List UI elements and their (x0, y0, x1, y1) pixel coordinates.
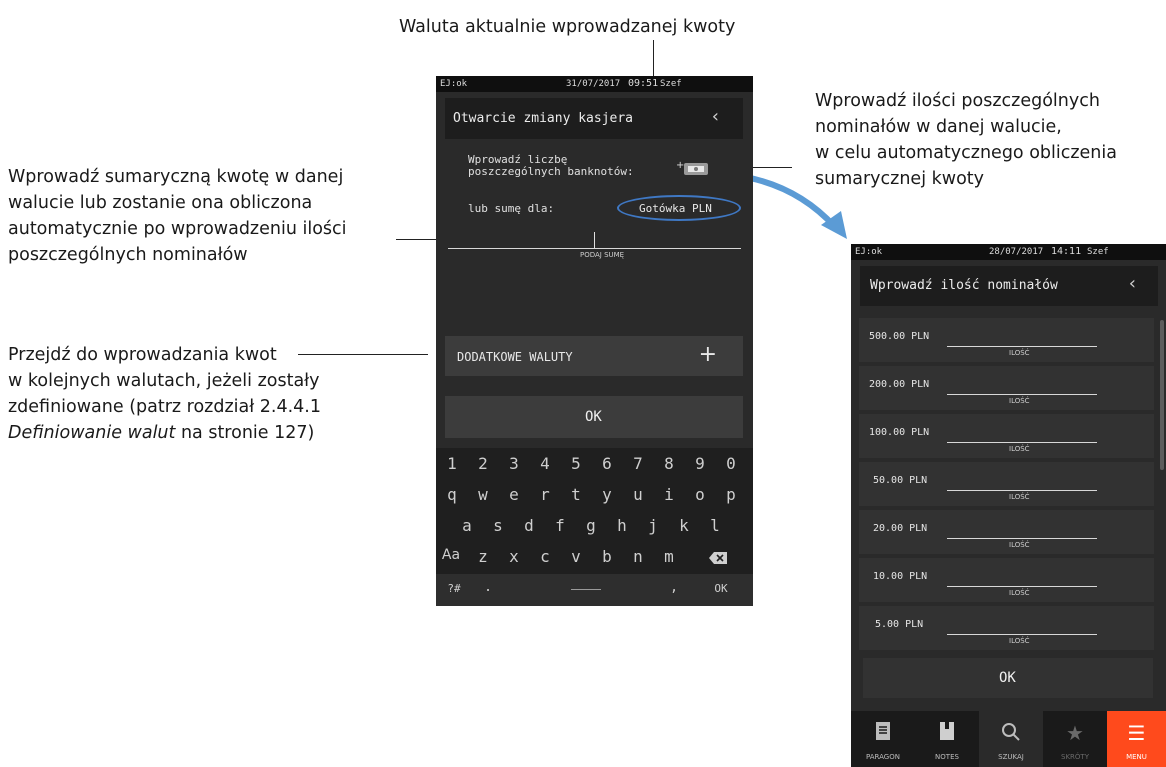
key[interactable]: f (546, 516, 574, 535)
cashier-shift-screen: EJ:ok 31/07/2017 09:51 Szef Otwarcie zmi… (436, 76, 753, 606)
back-button[interactable]: ‹ (710, 106, 721, 127)
key[interactable]: l (701, 516, 729, 535)
title-bar: Wprowadź ilość nominałów ‹ (860, 266, 1158, 306)
key[interactable]: x (500, 547, 528, 566)
chevron-left-icon: ‹ (1127, 273, 1138, 294)
key[interactable]: 5 (562, 454, 590, 473)
plus-icon: + (698, 342, 717, 367)
space-key[interactable] (536, 574, 656, 606)
key[interactable]: z (469, 547, 497, 566)
backspace-key[interactable] (698, 547, 738, 566)
key[interactable]: v (562, 547, 590, 566)
space-icon (571, 589, 601, 590)
receipt-icon (876, 722, 890, 740)
bottom-nav: PARAGON NOTES SZUKAJ ★ SKRÓTY ☰ MENU (851, 711, 1166, 767)
key[interactable]: c (531, 547, 559, 566)
comma-key[interactable]: , (662, 580, 686, 595)
add-banknotes-icon: + (676, 160, 708, 175)
nav-menu[interactable]: ☰ MENU (1107, 711, 1166, 767)
status-bar: EJ:ok 31/07/2017 09:51 Szef (436, 76, 753, 92)
key[interactable]: u (624, 485, 652, 504)
key[interactable]: 8 (655, 454, 683, 473)
denominations-screen: EJ:ok 28/07/2017 14:11 Szef Wprowadź ilo… (851, 244, 1166, 767)
denomination-row[interactable]: 10.00 PLN ILOŚĆ (859, 558, 1154, 602)
key[interactable]: s (484, 516, 512, 535)
key[interactable]: 0 (717, 454, 745, 473)
title-bar: Otwarcie zmiany kasjera ‹ (445, 98, 743, 139)
denomination-row[interactable]: 20.00 PLN ILOŚĆ (859, 510, 1154, 554)
denomination-row[interactable]: 50.00 PLN ILOŚĆ (859, 462, 1154, 506)
pointer-more-currencies (298, 354, 428, 355)
denomination-row[interactable]: 200.00 PLN ILOŚĆ (859, 366, 1154, 410)
annotation-currency: Waluta aktualnie wprowadzanej kwoty (399, 17, 736, 37)
keyboard-row-bottom: ?# . , OK (436, 574, 753, 606)
text-cursor (594, 232, 595, 248)
sum-input[interactable]: PODAJ SUMĘ (448, 226, 741, 262)
key[interactable]: k (670, 516, 698, 535)
status-bar: EJ:ok 28/07/2017 14:11 Szef (851, 244, 1166, 260)
back-button[interactable]: ‹ (1127, 273, 1138, 294)
chevron-left-icon: ‹ (710, 106, 721, 127)
scrollbar[interactable] (1160, 320, 1164, 470)
key[interactable]: r (531, 485, 559, 504)
key[interactable]: d (515, 516, 543, 535)
key[interactable]: h (608, 516, 636, 535)
ok-button[interactable]: OK (863, 658, 1153, 698)
key[interactable]: 1 (438, 454, 466, 473)
shift-key[interactable]: Aa (436, 547, 466, 563)
key[interactable]: 3 (500, 454, 528, 473)
key[interactable]: a (453, 516, 481, 535)
key[interactable]: o (686, 485, 714, 504)
keyboard: 1 2 3 4 5 6 7 8 9 0 q w e r t y u i o p … (436, 448, 753, 606)
key[interactable]: 6 (593, 454, 621, 473)
star-icon: ★ (1066, 721, 1084, 745)
key[interactable]: t (562, 485, 590, 504)
key[interactable]: p (717, 485, 745, 504)
page-title: Wprowadź ilość nominałów (870, 278, 1058, 293)
key[interactable]: 2 (469, 454, 497, 473)
denomination-row[interactable]: 5.00 PLN ILOŚĆ (859, 606, 1154, 650)
key[interactable]: m (655, 547, 683, 566)
nav-search[interactable]: SZUKAJ (979, 711, 1043, 767)
sum-underline (448, 248, 741, 249)
additional-currencies-button[interactable]: DODATKOWE WALUTY + (445, 336, 743, 376)
key[interactable]: j (639, 516, 667, 535)
dot-key[interactable]: . (476, 580, 500, 595)
denomination-row[interactable]: 100.00 PLN ILOŚĆ (859, 414, 1154, 458)
nav-notes[interactable]: NOTES (915, 711, 979, 767)
key[interactable]: e (500, 485, 528, 504)
page-title: Otwarcie zmiany kasjera (453, 111, 634, 126)
sum-caption: PODAJ SUMĘ (580, 251, 625, 259)
symbols-key[interactable]: ?# (436, 582, 472, 595)
key[interactable]: 9 (686, 454, 714, 473)
keyboard-ok-key[interactable]: OK (701, 582, 741, 595)
svg-text:+: + (676, 160, 684, 171)
key[interactable]: q (438, 485, 466, 504)
ok-button[interactable]: OK (445, 396, 743, 438)
key[interactable]: 7 (624, 454, 652, 473)
key[interactable]: i (655, 485, 683, 504)
key[interactable]: b (593, 547, 621, 566)
key[interactable]: n (624, 547, 652, 566)
denomination-row[interactable]: 500.00 PLN ILOŚĆ (859, 318, 1154, 362)
nav-shortcuts[interactable]: ★ SKRÓTY (1043, 711, 1107, 767)
notebook-icon (940, 722, 954, 740)
currency-button[interactable]: Gotówka PLN (617, 195, 741, 221)
key[interactable]: y (593, 485, 621, 504)
denominations-list: 500.00 PLN ILOŚĆ 200.00 PLN ILOŚĆ 100.00… (851, 312, 1166, 668)
search-icon (1002, 723, 1020, 741)
nav-paragon[interactable]: PARAGON (851, 711, 915, 767)
key[interactable]: g (577, 516, 605, 535)
sum-for-label: lub sumę dla: (468, 202, 555, 215)
banknotes-prompt: Wprowadź liczbę poszczególnych banknotów… (468, 153, 634, 178)
backspace-icon (709, 551, 727, 564)
key[interactable]: w (469, 485, 497, 504)
menu-icon: ☰ (1127, 721, 1146, 745)
key[interactable]: 4 (531, 454, 559, 473)
add-banknotes-button[interactable]: + (674, 158, 714, 178)
